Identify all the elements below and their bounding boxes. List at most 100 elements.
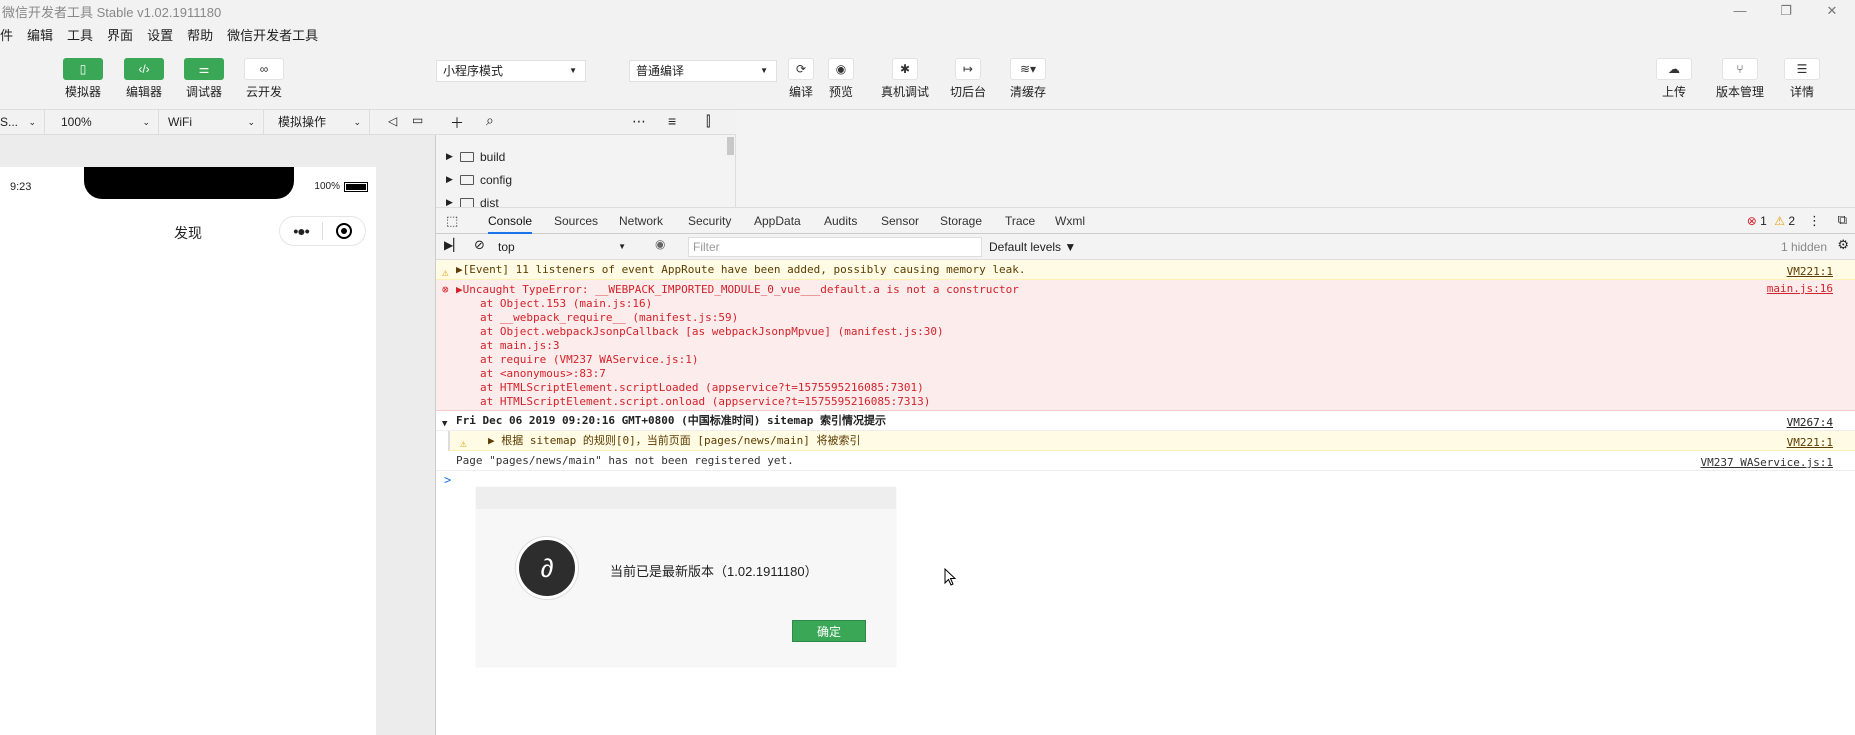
chevron-down-icon: ⌄: [142, 117, 150, 127]
sitemap-warning-row[interactable]: ⚠ ▶ 根据 sitemap 的规则[0]，当前页面 [pages/news/m…: [448, 431, 1855, 451]
eye-icon: ◉: [828, 58, 854, 80]
collapse-icon[interactable]: ≡: [668, 113, 676, 129]
issue-counts[interactable]: ⊗ 1 ⚠ 2: [1747, 214, 1795, 228]
ok-button[interactable]: 确定: [792, 620, 866, 642]
tab-network[interactable]: Network: [619, 208, 663, 234]
details-button[interactable]: ☰ 详情: [1777, 58, 1827, 100]
stack-frame[interactable]: at Object.153 (main.js:16): [480, 297, 1855, 311]
tab-sources[interactable]: Sources: [554, 208, 598, 234]
tab-trace[interactable]: Trace: [1005, 208, 1035, 234]
stack-frame[interactable]: at HTMLScriptElement.script.onload (apps…: [480, 395, 1855, 409]
explorer-scrollbar[interactable]: [727, 137, 734, 155]
bug-icon: ✱: [892, 58, 918, 80]
editor-area[interactable]: [736, 110, 1855, 207]
stack-frame[interactable]: at main.js:3: [480, 339, 1855, 353]
simulator-button[interactable]: ▯ 模拟器: [58, 58, 108, 100]
tab-storage[interactable]: Storage: [940, 208, 982, 234]
dock-icon[interactable]: ⧉: [1838, 212, 1847, 228]
add-icon[interactable]: ＋: [450, 113, 464, 133]
device-select[interactable]: S... ⌄: [0, 110, 45, 134]
console-log-row[interactable]: Page "pages/news/main" has not been regi…: [436, 451, 1855, 471]
mode-select[interactable]: 小程序模式 ▼: [436, 60, 586, 82]
menu-help[interactable]: 帮助: [187, 25, 213, 44]
upload-button[interactable]: ☁ 上传: [1649, 58, 1699, 100]
console-group-row[interactable]: ▼ Fri Dec 06 2019 09:20:16 GMT+0800 (中国标…: [436, 411, 1855, 431]
gear-icon[interactable]: ⚙: [1837, 237, 1849, 253]
cloud-button[interactable]: ∞ 云开发: [239, 58, 289, 100]
debugger-button[interactable]: ⚌ 调试器: [179, 58, 229, 100]
tree-item-build[interactable]: ▶ build: [436, 145, 735, 168]
stack-frame[interactable]: at __webpack_require__ (manifest.js:59): [480, 311, 1855, 325]
menu-settings[interactable]: 设置: [147, 25, 173, 44]
stack-frame[interactable]: at HTMLScriptElement.scriptLoaded (appse…: [480, 381, 1855, 395]
zoom-select[interactable]: 100% ⌄: [55, 110, 159, 134]
branch-icon: ⑂: [1722, 58, 1758, 80]
status-time: 9:23: [10, 181, 32, 193]
search-icon[interactable]: ⌕: [486, 112, 494, 129]
network-select[interactable]: WiFi ⌄: [160, 110, 264, 134]
menu-file[interactable]: 件: [0, 25, 13, 44]
stack-frame[interactable]: at require (VM237 WAService.js:1): [480, 353, 1855, 367]
main-toolbar: ▯ 模拟器 ‹/› 编辑器 ⚌ 调试器 ∞ 云开发 小程序模式 ▼ 普通编译 ▼…: [0, 46, 1855, 110]
more-dots-icon[interactable]: •●•: [280, 223, 322, 239]
capsule-menu[interactable]: •●•: [279, 216, 366, 246]
source-link[interactable]: VM237 WAService.js:1: [1701, 453, 1833, 472]
tree-item-dist[interactable]: ▶ dist: [436, 191, 735, 207]
explorer-toolbar: ＋ ⌕ ⋯ ≡ ⫿: [436, 110, 736, 135]
version-management-button[interactable]: ⑂ 版本管理: [1712, 58, 1768, 100]
clear-console-icon[interactable]: ⊘: [474, 237, 485, 253]
source-link[interactable]: VM267:4: [1787, 413, 1833, 432]
log-levels-select[interactable]: Default levels ▼: [989, 240, 1076, 254]
window-title: 微信开发者工具 Stable v1.02.1911180: [2, 4, 222, 20]
restore-button[interactable]: ❐: [1763, 0, 1809, 22]
console-warning-row[interactable]: ⚠ ▶[Event] 11 listeners of event AppRout…: [436, 260, 1855, 280]
menu-edit[interactable]: 编辑: [27, 25, 53, 44]
editor-button[interactable]: ‹/› 编辑器: [119, 58, 169, 100]
chevron-down-icon: ⌄: [28, 117, 36, 127]
tab-sensor[interactable]: Sensor: [881, 208, 919, 234]
window-icon[interactable]: ▭: [412, 113, 423, 127]
source-link[interactable]: main.js:16: [1767, 282, 1833, 296]
tab-console[interactable]: Console: [488, 208, 533, 234]
more-icon[interactable]: ⋯: [632, 113, 646, 130]
caret-right-icon: ▶: [446, 151, 453, 161]
menu-view[interactable]: 界面: [107, 25, 133, 44]
sidebar-toggle-icon[interactable]: ▶▏: [444, 238, 462, 252]
menu-icon: ☰: [1784, 58, 1820, 80]
eye-icon[interactable]: ◉: [655, 237, 665, 251]
minimize-button[interactable]: —: [1717, 0, 1763, 22]
folder-icon: [460, 151, 474, 162]
kebab-menu-icon[interactable]: ⋮: [1808, 213, 1821, 229]
cloud-link-icon: ∞: [244, 58, 284, 80]
stack-frame[interactable]: at Object.webpackJsonpCallback [as webpa…: [480, 325, 1855, 339]
tree-item-config[interactable]: ▶ config: [436, 168, 735, 191]
source-link[interactable]: VM221:1: [1787, 262, 1833, 281]
warning-icon: ⚠: [1774, 214, 1785, 228]
layers-icon: ≋▾: [1010, 58, 1046, 80]
compile-mode-select[interactable]: 普通编译 ▼: [629, 60, 777, 82]
menu-devtools[interactable]: 微信开发者工具: [227, 25, 318, 44]
volume-icon[interactable]: ◁: [388, 114, 397, 128]
close-button[interactable]: ✕: [1809, 0, 1855, 22]
source-link[interactable]: VM221:1: [1787, 433, 1833, 452]
console-error-row[interactable]: ⊗ ▶Uncaught TypeError: __WEBPACK_IMPORTE…: [436, 280, 1855, 411]
tab-audits[interactable]: Audits: [824, 208, 857, 234]
code-icon: ‹/›: [124, 58, 164, 80]
tab-appdata[interactable]: AppData: [754, 208, 801, 234]
close-miniprogram-icon[interactable]: [323, 223, 365, 239]
background-button[interactable]: ↦ 切后台: [943, 58, 993, 100]
clear-cache-button[interactable]: ≋▾ 清缓存: [1003, 58, 1053, 100]
tab-security[interactable]: Security: [688, 208, 731, 234]
tab-wxml[interactable]: Wxml: [1055, 208, 1085, 234]
inspect-icon[interactable]: ⬚: [446, 208, 458, 234]
phone-screen[interactable]: 9:23 100% 发现 •●•: [0, 167, 376, 735]
context-select[interactable]: top ▼: [498, 238, 630, 256]
console-filter-input[interactable]: Filter: [688, 237, 982, 257]
menu-tools[interactable]: 工具: [67, 25, 93, 44]
folder-icon: [460, 174, 474, 185]
remote-debug-button[interactable]: ✱ 真机调试: [879, 58, 931, 100]
caret-right-icon: ▶: [446, 174, 453, 184]
preview-button[interactable]: ◉ 预览: [816, 58, 866, 100]
split-icon[interactable]: ⫿: [706, 113, 710, 130]
operation-select[interactable]: 模拟操作 ⌄: [270, 110, 370, 134]
